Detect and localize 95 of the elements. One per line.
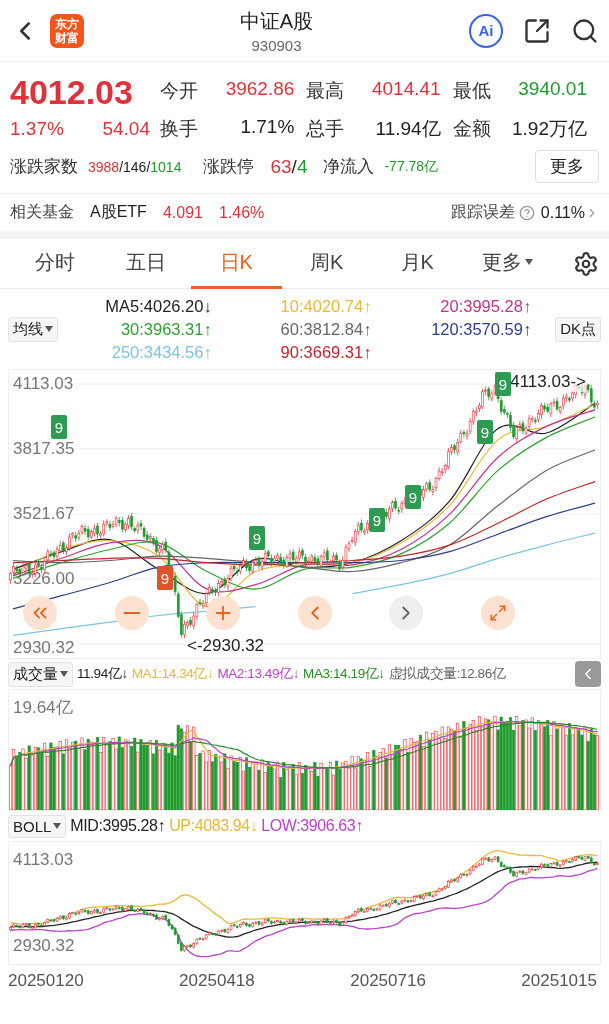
- fund-label: 相关基金: [10, 202, 74, 222]
- net-inflow-value: -77.78亿: [384, 157, 439, 176]
- price-axis-label: 4113.03: [13, 374, 74, 394]
- change-percent: 1.37%: [10, 118, 64, 140]
- stat-label: 今开: [160, 79, 198, 103]
- moving-average-value: 90:3669.31↑: [279, 342, 372, 362]
- dk-point-button[interactable]: DK点: [555, 316, 601, 342]
- price-axis-label: 4113.03: [13, 850, 74, 870]
- net-inflow-label: 净流入: [323, 156, 375, 178]
- indicator-selector[interactable]: 均线: [8, 316, 58, 342]
- stat-label: 最高: [306, 79, 345, 103]
- fund-price: 4.091: [162, 203, 203, 222]
- stat-value: 1.71%: [240, 116, 295, 139]
- date-axis-label: 20251015: [521, 971, 597, 991]
- collapse-button[interactable]: [575, 661, 601, 687]
- last-price: 4012.03: [10, 72, 134, 112]
- stat-label: 总手: [306, 117, 345, 141]
- boll-indicator-value: MID:3995.28↑: [70, 817, 166, 835]
- moving-average-value: 20:3995.28↑: [439, 296, 532, 316]
- change-amount: 54.04: [102, 118, 150, 140]
- limit-label: 涨跌停: [203, 156, 255, 178]
- settings-icon: [573, 250, 599, 277]
- share-icon: [523, 16, 551, 45]
- tracking-error-value: 0.11%: [540, 203, 585, 222]
- zoom-out-button[interactable]: [114, 596, 149, 630]
- date-axis-label: 20250418: [179, 971, 255, 991]
- limit-value: 63/4: [270, 155, 308, 178]
- expand-icon: [488, 604, 507, 622]
- share-button[interactable]: [523, 16, 551, 45]
- caret-icon: [53, 823, 62, 829]
- caret-icon: [60, 671, 68, 677]
- index-code: 930903: [251, 36, 302, 54]
- stat-label: 换手: [160, 117, 198, 141]
- moving-average-value: 120:3570.59↑: [430, 319, 532, 339]
- search-button[interactable]: [571, 16, 599, 45]
- volume-indicator-value: MA3:14.19亿↓: [303, 665, 385, 683]
- period-tab[interactable]: 周K: [281, 238, 372, 289]
- date-axis-label: 20250716: [350, 971, 426, 991]
- fund-change: 1.46%: [218, 203, 265, 222]
- moving-average-value: 10:4020.74↑: [279, 296, 372, 316]
- signal-marker: 9: [495, 372, 511, 396]
- stat-value: 11.94亿: [375, 117, 441, 141]
- high-price-note: 4113.03->: [510, 372, 586, 392]
- minus-icon: [123, 612, 140, 614]
- zoom-in-button[interactable]: [206, 596, 240, 630]
- signal-marker: 9: [405, 485, 421, 509]
- date-axis-label: 20250120: [8, 971, 84, 991]
- period-tab[interactable]: 分时: [10, 238, 101, 289]
- signal-marker: 9: [157, 566, 173, 590]
- fullscreen-button[interactable]: [480, 596, 515, 630]
- volume-indicator-value: MA2:13.49亿↓: [217, 665, 300, 683]
- index-title: 中证A股: [239, 8, 314, 34]
- previous-button[interactable]: [297, 596, 332, 630]
- signal-marker: 9: [51, 415, 67, 439]
- breadth-label: 涨跌家数: [10, 156, 78, 178]
- moving-average-value: 250:3434.56↑: [110, 342, 212, 362]
- price-axis-label: 3817.35: [13, 439, 75, 459]
- volume-indicator-value: 11.94亿↓: [77, 665, 128, 683]
- more-button[interactable]: 更多: [535, 150, 599, 183]
- breadth-value: 3988/146/1014: [88, 158, 182, 175]
- moving-average-value: 30:3963.31↑: [119, 319, 212, 339]
- moving-average-value: MA5:4026.20↓: [104, 296, 212, 316]
- price-axis-label: 2930.32: [13, 936, 75, 956]
- fund-name[interactable]: A股ETF: [90, 202, 147, 223]
- stat-value: 3962.86: [225, 78, 295, 101]
- volume-indicator-value: 虚拟成交量:12.86亿: [388, 665, 506, 683]
- stat-value: 3940.01: [518, 78, 587, 101]
- price-axis-label: 2930.32: [13, 638, 75, 658]
- tracking-error-label: 跟踪误差: [450, 202, 515, 222]
- boll-selector[interactable]: BOLL: [8, 814, 67, 838]
- rewind-button[interactable]: [23, 596, 57, 630]
- boll-indicator-value: LOW:3906.63↑: [261, 817, 363, 835]
- period-tab[interactable]: 更多: [462, 238, 553, 289]
- boll-indicator-value: UP:4083.94↓: [169, 817, 258, 835]
- help-icon[interactable]: [518, 204, 535, 221]
- settings-button[interactable]: [573, 250, 599, 277]
- signal-marker: 9: [369, 508, 385, 532]
- signal-marker: 9: [477, 420, 493, 444]
- volume-axis-label: 19.64亿: [13, 697, 73, 719]
- stat-value: 1.92万亿: [512, 117, 587, 141]
- period-tab[interactable]: 五日: [100, 238, 191, 289]
- moving-average-value: 60:3812.84↑: [279, 319, 372, 339]
- price-axis-label: 3521.67: [13, 504, 75, 524]
- search-icon: [571, 16, 599, 45]
- volume-selector[interactable]: 成交量: [8, 661, 73, 687]
- app-logo: 东方 财富: [50, 13, 84, 48]
- caret-icon: [45, 326, 53, 332]
- stat-value: 4014.41: [371, 78, 441, 101]
- ai-button[interactable]: Ai: [469, 13, 503, 48]
- price-axis-label: 3226.00: [13, 569, 75, 589]
- stat-label: 最低: [452, 79, 491, 103]
- stat-label: 金额: [452, 117, 491, 141]
- signal-marker: 9: [249, 526, 265, 550]
- period-tab[interactable]: 月K: [372, 238, 463, 289]
- volume-indicator-value: MA1:14.34亿↓: [131, 665, 214, 683]
